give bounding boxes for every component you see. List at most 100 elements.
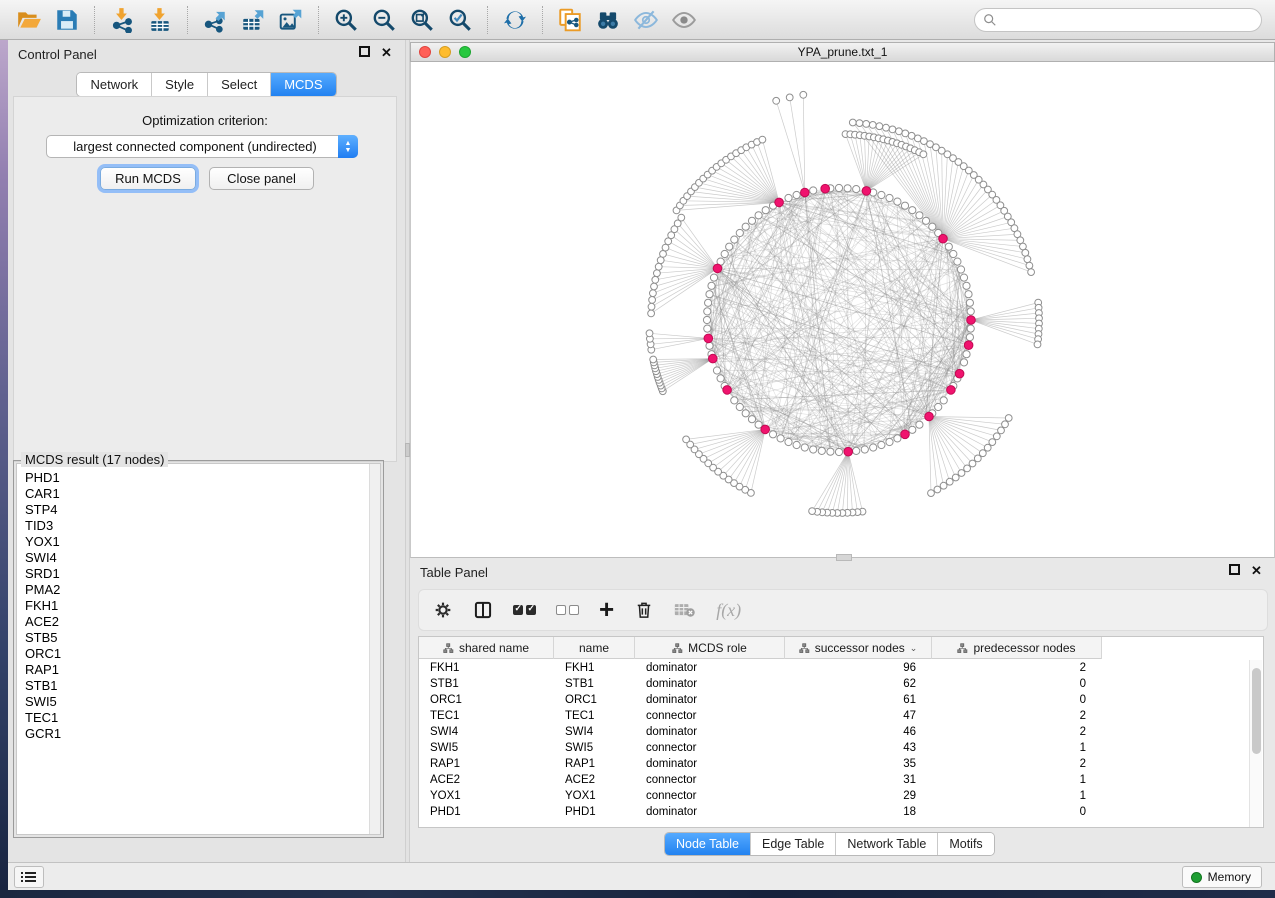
network-node[interactable]: [801, 444, 808, 451]
tab-edge-table[interactable]: Edge Table: [751, 833, 836, 855]
network-leaf-node[interactable]: [984, 444, 991, 451]
tab-select[interactable]: Select: [208, 73, 271, 96]
network-leaf-node[interactable]: [655, 263, 662, 270]
import-network-button[interactable]: [107, 5, 137, 35]
network-node[interactable]: [878, 441, 885, 448]
network-node[interactable]: [954, 258, 961, 265]
network-canvas[interactable]: [410, 62, 1275, 558]
network-node[interactable]: [929, 223, 936, 230]
network-leaf-node[interactable]: [993, 433, 1000, 440]
mcds-result-item[interactable]: YOX1: [17, 534, 380, 550]
network-node[interactable]: [755, 212, 762, 219]
zoom-out-button[interactable]: [369, 5, 399, 35]
mcds-hub-node[interactable]: [844, 447, 853, 456]
network-node[interactable]: [742, 223, 749, 230]
close-table-panel-icon[interactable]: ✕: [1250, 564, 1263, 577]
network-node[interactable]: [731, 397, 738, 404]
network-node[interactable]: [960, 274, 967, 281]
tab-motifs[interactable]: Motifs: [938, 833, 993, 855]
network-node[interactable]: [963, 351, 970, 358]
network-leaf-node[interactable]: [920, 151, 927, 158]
network-leaf-node[interactable]: [998, 427, 1005, 434]
network-leaf-node[interactable]: [964, 465, 971, 472]
show-all-button[interactable]: [669, 5, 699, 35]
network-node[interactable]: [950, 250, 957, 257]
mcds-hub-node[interactable]: [775, 198, 784, 207]
network-leaf-node[interactable]: [678, 214, 685, 221]
network-node[interactable]: [703, 316, 710, 323]
network-node[interactable]: [909, 426, 916, 433]
float-panel-icon[interactable]: [359, 46, 370, 57]
mcds-result-item[interactable]: FKH1: [17, 598, 380, 614]
network-node[interactable]: [835, 448, 842, 455]
network-node[interactable]: [736, 403, 743, 410]
network-node[interactable]: [704, 325, 711, 332]
network-node[interactable]: [967, 325, 974, 332]
mcds-result-item[interactable]: GCR1: [17, 726, 380, 742]
mcds-result-item[interactable]: CAR1: [17, 486, 380, 502]
network-node[interactable]: [708, 282, 715, 289]
network-node[interactable]: [706, 291, 713, 298]
network-node[interactable]: [965, 291, 972, 298]
mcds-result-item[interactable]: STP4: [17, 502, 380, 518]
network-leaf-node[interactable]: [1022, 249, 1029, 256]
network-node[interactable]: [810, 187, 817, 194]
network-node[interactable]: [827, 448, 834, 455]
table-scrollbar-thumb[interactable]: [1252, 668, 1261, 754]
network-leaf-node[interactable]: [648, 310, 655, 317]
network-leaf-node[interactable]: [863, 121, 870, 128]
network-leaf-node[interactable]: [928, 490, 935, 497]
mcds-hub-node[interactable]: [925, 412, 934, 421]
network-node[interactable]: [940, 397, 947, 404]
network-node[interactable]: [785, 194, 792, 201]
mcds-hub-node[interactable]: [967, 316, 976, 325]
network-node[interactable]: [793, 191, 800, 198]
network-leaf-node[interactable]: [876, 123, 883, 130]
network-node[interactable]: [818, 447, 825, 454]
network-leaf-node[interactable]: [648, 303, 655, 310]
network-leaf-node[interactable]: [662, 244, 669, 251]
mcds-result-item[interactable]: RAP1: [17, 662, 380, 678]
table-row[interactable]: STB1STB1dominator620: [419, 676, 1102, 692]
search-field[interactable]: [974, 8, 1262, 32]
network-node[interactable]: [853, 186, 860, 193]
mcds-result-item[interactable]: TEC1: [17, 710, 380, 726]
network-node[interactable]: [748, 416, 755, 423]
export-image-button[interactable]: [276, 5, 306, 35]
network-leaf-node[interactable]: [652, 276, 659, 283]
network-node[interactable]: [966, 299, 973, 306]
table-row[interactable]: TEC1TEC1connector472: [419, 708, 1102, 724]
network-leaf-node[interactable]: [889, 126, 896, 133]
network-leaf-node[interactable]: [660, 251, 667, 258]
zoom-selected-button[interactable]: [445, 5, 475, 35]
hide-selected-button[interactable]: [631, 5, 661, 35]
network-node[interactable]: [736, 229, 743, 236]
close-panel-icon[interactable]: ✕: [380, 46, 393, 59]
network-node[interactable]: [878, 191, 885, 198]
network-node[interactable]: [935, 403, 942, 410]
memory-button[interactable]: Memory: [1182, 866, 1262, 888]
network-leaf-node[interactable]: [657, 257, 664, 264]
column-header-name[interactable]: name: [554, 637, 635, 659]
mcds-hub-node[interactable]: [704, 334, 713, 343]
network-node[interactable]: [785, 438, 792, 445]
network-node[interactable]: [960, 359, 967, 366]
network-node[interactable]: [762, 207, 769, 214]
network-leaf-node[interactable]: [989, 439, 996, 446]
network-node[interactable]: [916, 212, 923, 219]
table-row[interactable]: SWI5SWI5connector431: [419, 740, 1102, 756]
open-session-button[interactable]: [14, 5, 44, 35]
column-header-MCDS-role[interactable]: MCDS role: [635, 637, 785, 659]
network-leaf-node[interactable]: [974, 455, 981, 462]
network-node[interactable]: [901, 202, 908, 209]
network-node[interactable]: [945, 243, 952, 250]
network-node[interactable]: [861, 446, 868, 453]
column-header-shared-name[interactable]: shared name: [419, 637, 554, 659]
mcds-hub-node[interactable]: [947, 386, 956, 395]
delete-column-button[interactable]: [634, 598, 654, 622]
network-leaf-node[interactable]: [896, 128, 903, 135]
mcds-hub-node[interactable]: [801, 188, 810, 197]
table-row[interactable]: YOX1YOX1connector291: [419, 788, 1102, 804]
network-leaf-node[interactable]: [759, 136, 766, 143]
table-row[interactable]: SWI4SWI4dominator462: [419, 724, 1102, 740]
